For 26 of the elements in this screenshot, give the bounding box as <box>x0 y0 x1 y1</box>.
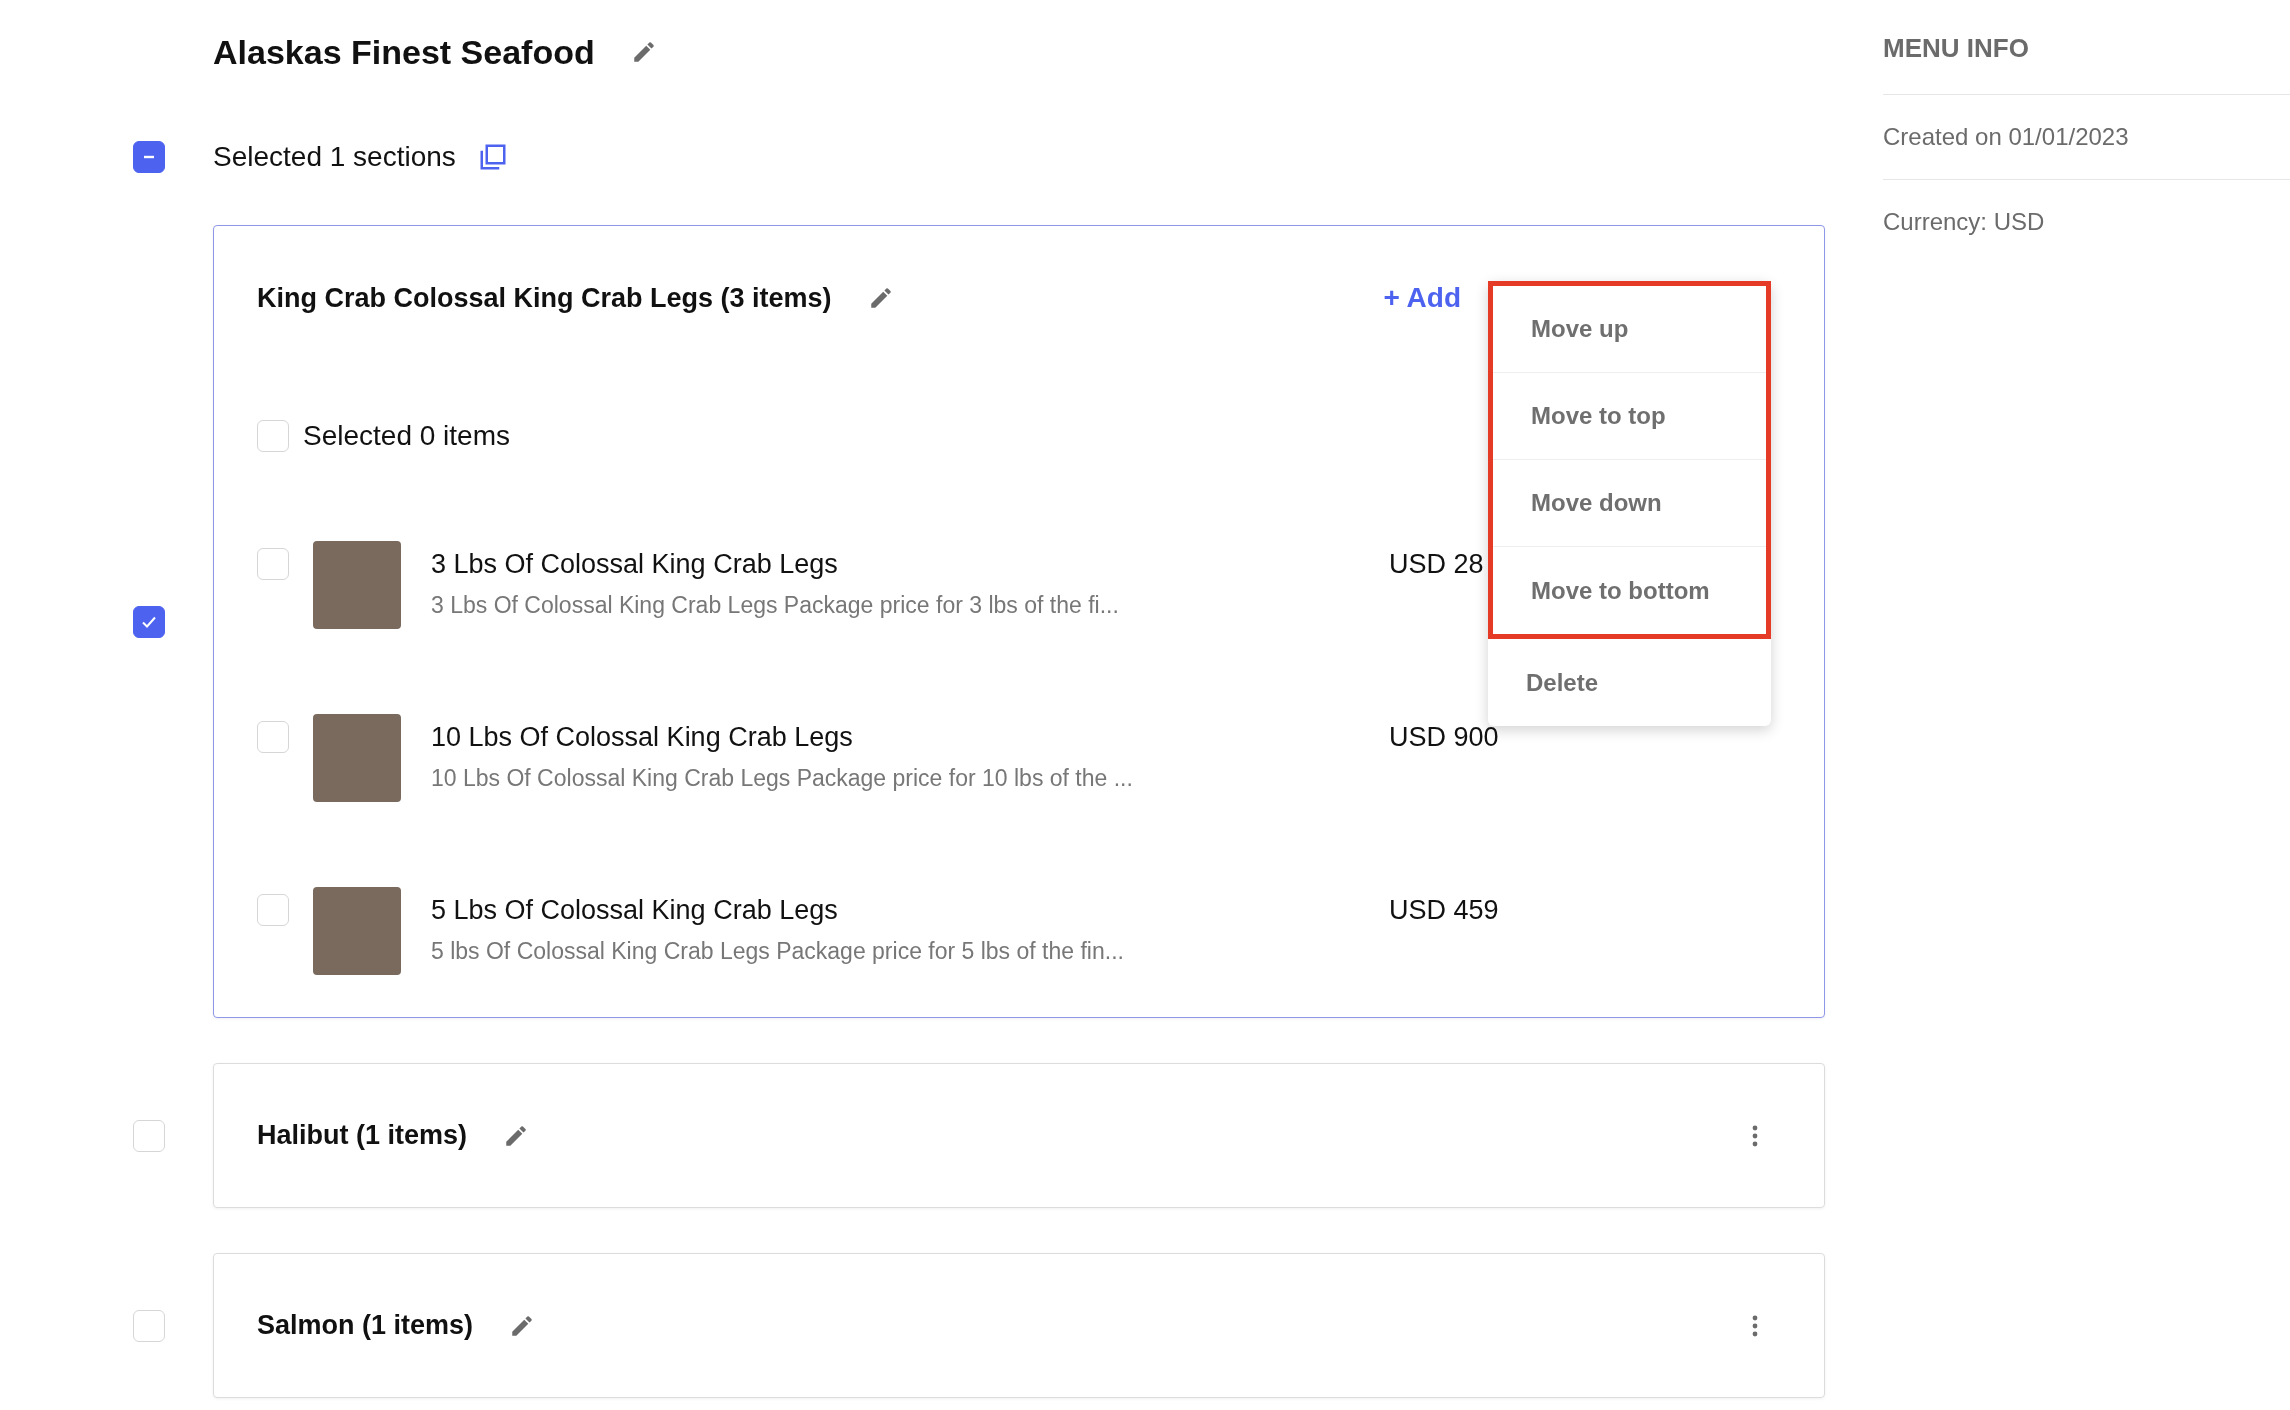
item-price: USD 28 <box>1389 549 1484 580</box>
item-description: 5 lbs Of Colossal King Crab Legs Package price for 5 lbs of the fin... <box>431 938 1125 965</box>
menu-item[interactable]: Move up <box>1493 286 1766 373</box>
panel-title: MENU INFO <box>1883 0 2290 95</box>
checkbox[interactable] <box>133 605 165 638</box>
add-button[interactable]: + Add <box>1383 282 1461 314</box>
item-description: 3 Lbs Of Colossal King Crab Legs Package price for 3 lbs of the fi... <box>431 592 1120 619</box>
checkbox[interactable] <box>133 141 165 173</box>
more-options-icon[interactable] <box>1752 1123 1758 1148</box>
menu-title: Alaskas Finest Seafood <box>213 32 595 72</box>
menu-item[interactable]: Move down <box>1493 460 1766 547</box>
item-name: 3 Lbs Of Colossal King Crab Legs <box>431 549 839 580</box>
selection-label: Selected 1 sections <box>213 141 456 173</box>
info-text: Currency: USD <box>1883 207 2046 237</box>
item-name: 10 Lbs Of Colossal King Crab Legs <box>431 722 854 753</box>
section-title: Salmon (1 items) <box>257 1310 474 1341</box>
section-title: Halibut (1 items) <box>257 1120 468 1151</box>
info-text: Created on 01/01/2023 <box>1883 95 2290 180</box>
item-name: 5 Lbs Of Colossal King Crab Legs <box>431 895 839 926</box>
section-title: King Crab Colossal King Crab Legs (3 items) <box>257 282 832 314</box>
menu-item[interactable]: Move to bottom <box>1493 547 1766 634</box>
item-description: 10 Lbs Of Colossal King Crab Legs Package price for 10 lbs of the ... <box>431 765 1134 792</box>
more-options-icon[interactable] <box>1752 1313 1758 1338</box>
selection-label: Selected 0 items <box>303 420 510 452</box>
item-price: USD 459 <box>1389 895 1499 926</box>
menu-item[interactable]: Move to top <box>1493 373 1766 460</box>
